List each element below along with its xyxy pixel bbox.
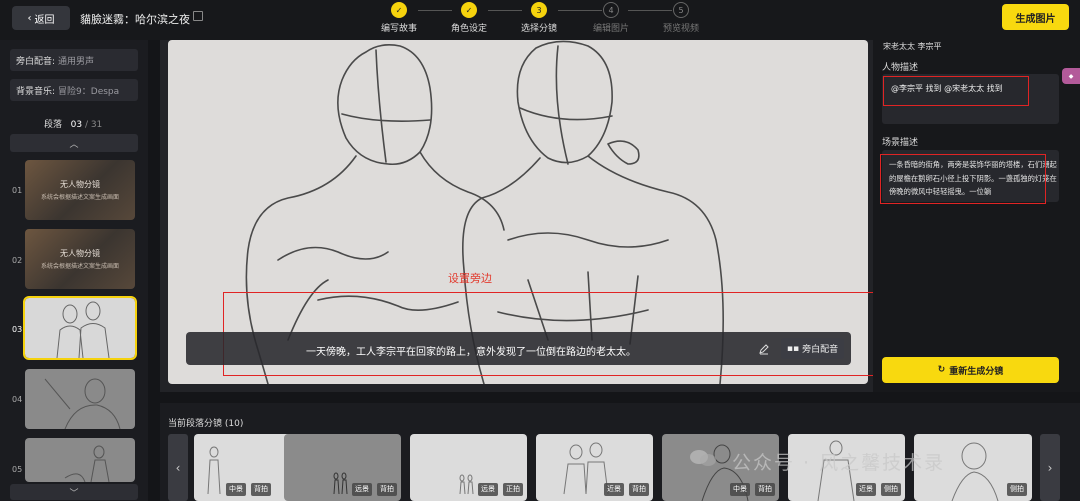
segment-thumb-03[interactable] [23,296,137,360]
shot-tag: 背拍 [377,483,397,496]
narration-value: 通用男声 [58,56,95,67]
step-edit-images[interactable]: 4 编辑图片 [581,2,641,34]
strip-prev-button[interactable]: ‹ [168,434,188,501]
shot-tag: 远景 [352,483,372,496]
music-value: 冒险9：Despa [58,86,120,97]
sketch-figures-image [64,445,110,482]
segment-thumb-05[interactable] [25,438,135,482]
step-select-shots[interactable]: 3 选择分镜 [509,2,569,34]
scene-description-annotation-box [880,154,1046,204]
step-label: 角色设定 [450,24,487,34]
narration-key: 旁白配音: [16,56,56,67]
shot-tag: 近景 [604,483,624,496]
back-button[interactable]: ‹ 返回 [12,6,70,30]
edit-subtitle-icon[interactable] [758,343,770,355]
step-label: 编写故事 [380,24,417,34]
character-list: 宋老太太 李宗平 [883,42,942,51]
side-avatar-icon[interactable]: ◆ [1062,68,1080,84]
check-icon: ✓ [391,2,407,18]
role-description-label: 人物描述 [882,63,919,73]
regenerate-shots-button[interactable]: ↻ 重新生成分镜 [882,357,1059,383]
segment-thumb-04[interactable] [25,369,135,429]
shot-tag: 侧拍 [1007,483,1027,496]
shot-card[interactable]: 近景 背拍 [536,434,653,501]
segment-down-button[interactable]: ﹀ [10,484,138,500]
segment-subtitle: 系统会根据描述文案生成画面 [40,194,119,201]
generate-images-button[interactable]: 生成图片 [1002,4,1069,30]
shot-tag: 近景 [856,483,876,496]
chevron-down-icon: ﹀ [69,488,79,499]
sketch-figures-image [44,378,121,429]
shot-strip-title: 当前段落分镜 (10) [168,419,244,429]
segment-number: 05 [12,465,23,474]
step-label: 编辑图片 [592,24,629,34]
back-label: 返回 [34,14,55,26]
shot-tag: 侧拍 [881,483,901,496]
sketch-figures-image [56,301,110,358]
shot-tag: 背拍 [629,483,649,496]
shot-tag: 背拍 [755,483,775,496]
segment-number: 03 [12,325,23,334]
step-number: 4 [603,2,619,18]
subtitle-text[interactable]: 一天傍晚，工人李宗平在回家的路上，意外发现了一位倒在路边的老太太。 [306,343,636,358]
chevron-right-icon: › [1047,460,1053,475]
narration-voice-button[interactable]: ▪▪ 旁白配音 [781,338,844,359]
check-icon: ✓ [461,2,477,18]
segment-title: 无人物分镜 [60,249,100,258]
segment-number: 02 [12,256,23,265]
strip-next-button[interactable]: › [1040,434,1060,501]
shot-card[interactable]: 远景 正拍 [410,434,527,501]
edit-title-icon[interactable] [193,11,203,21]
step-role-settings[interactable]: ✓ 角色设定 [439,2,499,34]
narration-annotation: 设置旁边 [448,272,492,285]
chevron-up-icon: ︿ [69,139,79,150]
segment-thumb-01[interactable]: 无人物分镜 系统会根据描述文案生成画面 [25,160,135,220]
step-number: 3 [531,2,547,18]
segment-title: 无人物分镜 [60,180,100,189]
shot-tag: 背拍 [251,483,271,496]
segment-up-button[interactable]: ︿ [10,134,138,152]
segment-subtitle: 系统会根据描述文案生成画面 [40,263,119,270]
regenerate-label: 重新生成分镜 [949,366,1004,377]
segment-number: 04 [12,395,23,404]
watermark-text: 公众号 · 风之馨技术录 [732,452,946,474]
sound-wave-icon: ▪▪ [786,343,800,354]
step-preview-video[interactable]: 5 预览视频 [651,2,711,34]
shot-tag: 中景 [226,483,246,496]
shot-tag: 正拍 [503,483,523,496]
refresh-icon: ↻ [937,365,946,375]
background-music-select[interactable]: 背景音乐: 冒险9：Despa [10,79,138,101]
scene-description-label: 场景描述 [882,138,919,148]
segment-thumb-02[interactable]: 无人物分镜 系统会根据描述文案生成画面 [25,229,135,289]
chevron-left-icon: ‹ [27,12,32,24]
step-number: 5 [673,2,689,18]
chevron-left-icon: ‹ [175,460,181,475]
music-key: 背景音乐: [16,86,56,97]
project-title: 貓臉迷霧：哈尔滨之夜 [80,13,190,26]
narration-voice-select[interactable]: 旁白配音: 通用男声 [10,49,138,71]
shot-card[interactable]: 远景 背拍 [284,434,401,501]
segment-number: 01 [12,186,23,195]
step-label: 预览视频 [662,24,699,34]
segment-counter: 段落 03 / 31 [44,120,103,130]
wechat-logo-icon [690,450,716,466]
voice-label: 旁白配音 [802,345,839,355]
shot-tag: 远景 [478,483,498,496]
step-label: 选择分镜 [520,24,557,34]
shot-tag: 中景 [730,483,750,496]
step-write-story[interactable]: ✓ 编写故事 [369,2,429,34]
role-description-annotation-box [883,76,1029,106]
